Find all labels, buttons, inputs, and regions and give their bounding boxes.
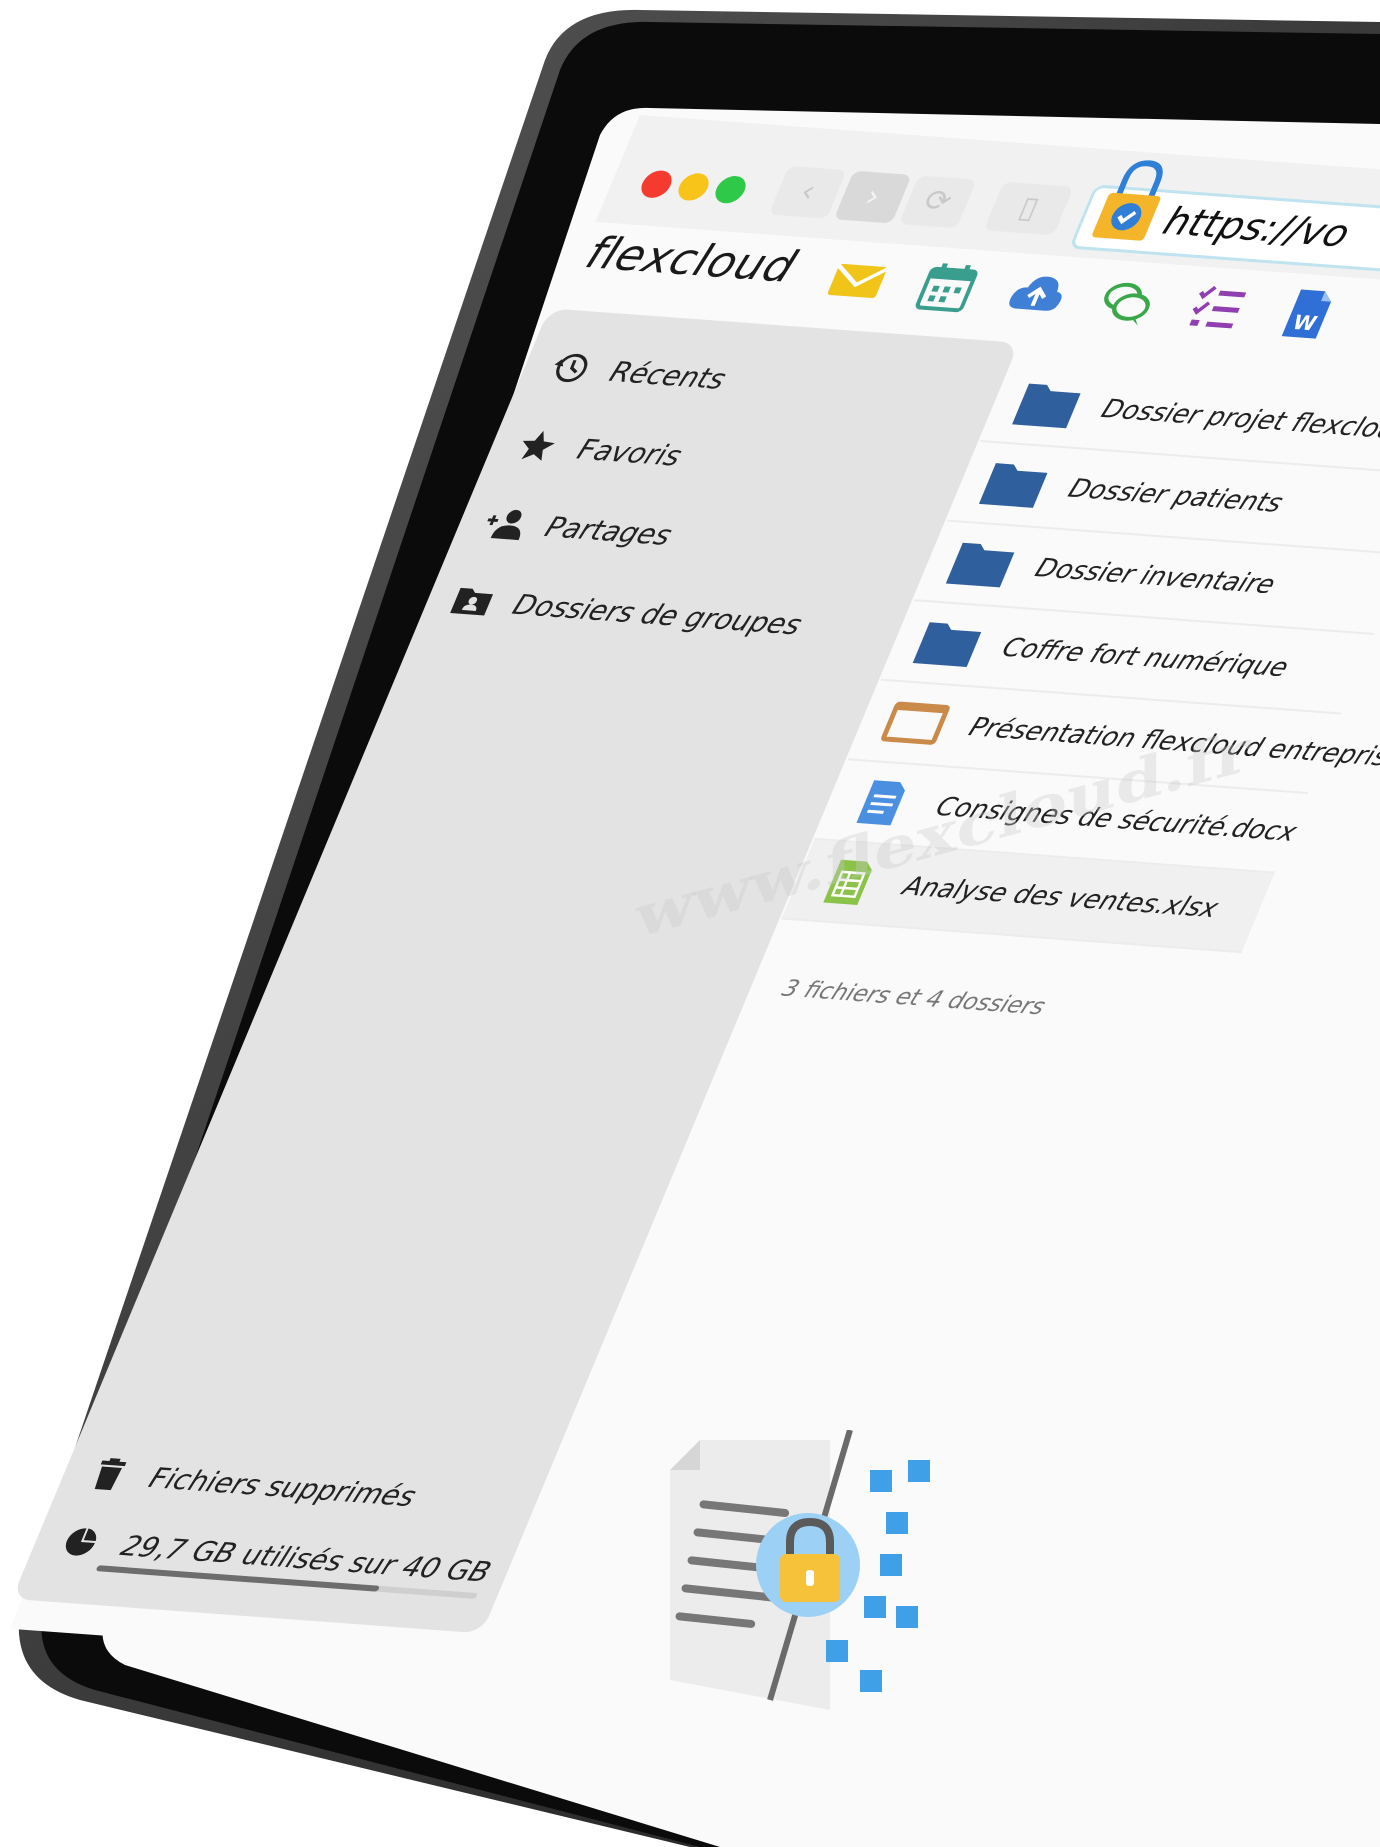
- cloud-upload-icon[interactable]: [998, 265, 1077, 323]
- sidebar-toggle-button[interactable]: ▯: [983, 181, 1074, 236]
- url-text: https://vo: [1157, 199, 1357, 256]
- maximize-window-button[interactable]: [710, 175, 751, 205]
- trash-icon: [94, 1458, 127, 1491]
- brand-logo[interactable]: flexcloud: [579, 228, 804, 293]
- group-folder-icon: [450, 587, 494, 616]
- sidebar-item-label: Partages: [540, 510, 678, 552]
- mail-icon[interactable]: [818, 252, 897, 310]
- sidebar-item-fichiers-supprimes[interactable]: Fichiers supprimés: [78, 1445, 426, 1523]
- chevron-right-icon: ›: [859, 179, 887, 215]
- folder-icon: [978, 463, 1048, 508]
- file-list: Dossier projet flexcloud Dossier patient…: [778, 362, 1380, 1020]
- forward-button[interactable]: ›: [833, 170, 912, 224]
- sidebar-icon: ▯: [1013, 190, 1045, 226]
- minimize-window-button[interactable]: [673, 172, 714, 202]
- file-name: Dossier inventaire: [1030, 553, 1280, 601]
- sidebar-item-partages[interactable]: Partages: [474, 494, 682, 562]
- sidebar-item-label: Favoris: [572, 432, 687, 472]
- reload-icon: ⟳: [918, 183, 958, 220]
- calendar-icon[interactable]: [908, 258, 987, 316]
- sidebar-item-label: Dossiers de groupes: [508, 587, 807, 641]
- storage-quota: 29,7 GB utilisés sur 40 GB: [50, 1513, 501, 1599]
- presentation-file-icon: [881, 701, 950, 745]
- folder-icon: [912, 622, 982, 667]
- word-document-icon[interactable]: W: [1268, 285, 1347, 343]
- star-icon: [521, 430, 555, 461]
- tasks-icon[interactable]: [1178, 278, 1257, 336]
- chat-icon[interactable]: [1088, 272, 1167, 330]
- trash-label: Fichiers supprimés: [144, 1461, 422, 1513]
- storage-label: 29,7 GB utilisés sur 40 GB: [116, 1529, 497, 1588]
- folder-icon: [1012, 383, 1081, 429]
- reload-button[interactable]: ⟳: [898, 175, 977, 229]
- file-count-summary: 3 fichiers et 4 dossiers: [778, 975, 1049, 1021]
- secure-document-illustration: [670, 1430, 930, 1710]
- close-window-button[interactable]: [636, 169, 677, 199]
- sidebar-item-label: Récents: [605, 354, 732, 396]
- history-icon: [554, 353, 588, 383]
- file-name: Dossier projet flexcloud: [1096, 394, 1380, 447]
- file-name: Dossier patients: [1063, 474, 1288, 519]
- pie-chart-icon: [65, 1526, 99, 1556]
- chevron-left-icon: ‹: [794, 174, 822, 210]
- back-button[interactable]: ‹: [768, 165, 847, 219]
- file-name: Analyse des ventes.xlsx: [898, 871, 1223, 924]
- file-name: Coffre fort numérique: [997, 633, 1293, 684]
- share-user-icon: [487, 509, 522, 541]
- folder-icon: [945, 542, 1015, 588]
- sidebar-item-recents[interactable]: Récents: [538, 339, 735, 406]
- sidebar-item-favoris[interactable]: Favoris: [506, 417, 691, 483]
- sidebar-item-dossiers-de-groupes[interactable]: Dossiers de groupes: [441, 572, 811, 652]
